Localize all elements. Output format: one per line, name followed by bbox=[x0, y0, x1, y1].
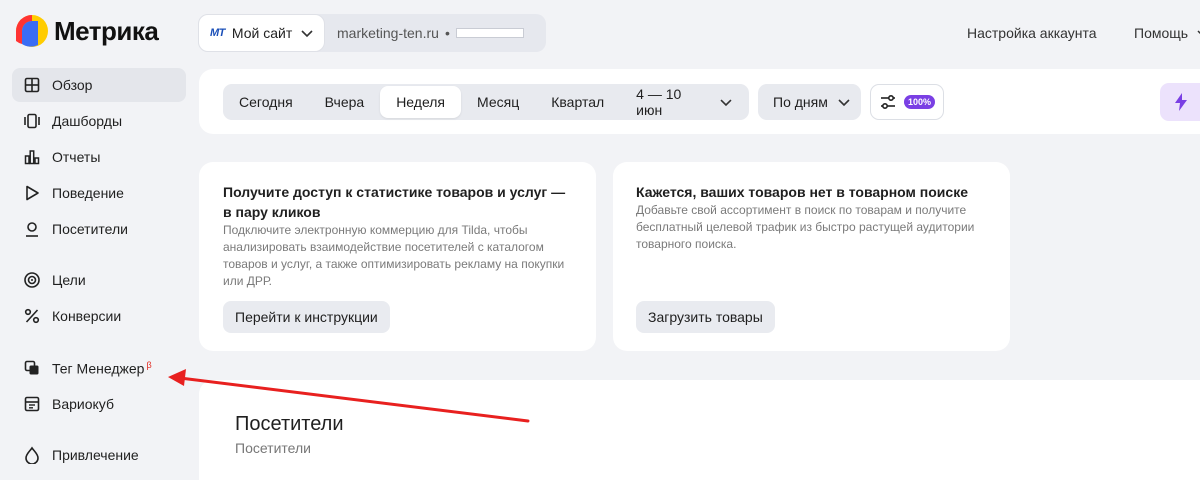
sidebar-item-label: Дашборды bbox=[52, 113, 122, 129]
tag-manager-icon bbox=[24, 360, 39, 375]
sidebar-item-tag-manager[interactable]: Тег Менеджер β bbox=[12, 351, 186, 385]
variocube-icon bbox=[24, 396, 40, 412]
card-description: Подключите электронную коммерцию для Til… bbox=[223, 223, 565, 288]
site-name: Мой сайт bbox=[231, 25, 293, 41]
bar-chart-icon bbox=[24, 150, 40, 165]
quick-actions-button[interactable] bbox=[1160, 83, 1200, 121]
sidebar-item-reports[interactable]: Отчеты bbox=[12, 140, 186, 174]
open-instructions-button[interactable]: Перейти к инструкции bbox=[223, 301, 390, 333]
lightning-icon bbox=[1175, 93, 1187, 111]
beta-badge: β bbox=[146, 359, 152, 370]
date-range-label: 4 — 10 июн bbox=[636, 86, 682, 118]
sampling-badge: 100% bbox=[904, 95, 936, 109]
site-separator: • bbox=[444, 25, 450, 41]
visitors-title: Посетители bbox=[235, 413, 344, 435]
sidebar-item-label: Тег Менеджер bbox=[52, 360, 145, 377]
card-title: Получите доступ к статистике товаров и у… bbox=[223, 184, 566, 220]
sidebar-item-label: Вариокуб bbox=[52, 396, 114, 412]
logo-text: Метрика bbox=[54, 15, 159, 46]
metrika-logo[interactable]: Метрика bbox=[16, 15, 159, 47]
chevron-down-icon bbox=[720, 99, 732, 107]
period-tab-quarter[interactable]: Квартал bbox=[535, 86, 620, 118]
site-selector-button[interactable]: МТ Мой сайт bbox=[198, 14, 325, 52]
sidebar-item-visitors[interactable]: Посетители bbox=[12, 212, 186, 246]
site-switcher: МТ Мой сайт marketing-ten.ru • bbox=[198, 14, 546, 52]
card-title: Кажется, ваших товаров нет в товарном по… bbox=[636, 184, 968, 200]
period-filter-panel: Сегодня Вчера Неделя Месяц Квартал 4 — 1… bbox=[199, 69, 1200, 134]
metrika-logo-icon bbox=[16, 15, 48, 47]
date-range-picker[interactable]: 4 — 10 июн bbox=[620, 86, 749, 118]
sliders-icon bbox=[881, 94, 895, 110]
sidebar-item-dashboards[interactable]: Дашборды bbox=[12, 104, 186, 138]
sidebar-item-overview[interactable]: Обзор bbox=[12, 68, 186, 102]
percent-icon bbox=[24, 308, 40, 324]
sidebar-item-label: Конверсии bbox=[52, 308, 122, 324]
site-badge: МТ bbox=[210, 27, 225, 39]
sidebar-item-label: Обзор bbox=[52, 77, 93, 93]
help-label: Помощь bbox=[1134, 25, 1189, 41]
grouping-select[interactable]: По дням bbox=[758, 84, 861, 120]
chevron-down-icon bbox=[301, 30, 313, 38]
upload-products-button[interactable]: Загрузить товары bbox=[636, 301, 775, 333]
period-tab-week[interactable]: Неделя bbox=[380, 86, 462, 118]
sidebar-item-goals[interactable]: Цели bbox=[12, 263, 186, 297]
card-description: Добавьте свой ассортимент в поиск по тов… bbox=[636, 203, 975, 251]
period-tab-month[interactable]: Месяц bbox=[461, 86, 535, 118]
sidebar-item-label: Привлечение bbox=[52, 447, 139, 463]
grid-icon bbox=[24, 77, 40, 93]
sidebar-item-label: Посетители bbox=[52, 221, 128, 237]
period-tab-today[interactable]: Сегодня bbox=[223, 86, 309, 118]
sidebar-item-label: Отчеты bbox=[52, 149, 101, 165]
sidebar-item-behavior[interactable]: Поведение bbox=[12, 176, 186, 210]
period-tabs: Сегодня Вчера Неделя Месяц Квартал 4 — 1… bbox=[223, 84, 749, 120]
help-menu[interactable]: Помощь bbox=[1134, 25, 1200, 41]
target-icon bbox=[24, 272, 40, 288]
sidebar-item-label: Поведение bbox=[52, 185, 124, 201]
chevron-down-icon bbox=[838, 99, 850, 107]
sidebar-item-acquisition[interactable]: Привлечение bbox=[12, 438, 186, 472]
person-icon bbox=[26, 222, 38, 237]
period-tab-yesterday[interactable]: Вчера bbox=[309, 86, 381, 118]
account-settings-link[interactable]: Настройка аккаунта bbox=[967, 25, 1097, 41]
visitors-subtitle: Посетители bbox=[235, 440, 311, 456]
sidebar-item-label: Цели bbox=[52, 272, 86, 288]
sidebar-item-variocube[interactable]: Вариокуб bbox=[12, 387, 186, 421]
site-counter-masked bbox=[455, 28, 524, 38]
site-url: marketing-ten.ru bbox=[337, 25, 439, 41]
grouping-label: По дням bbox=[773, 94, 828, 110]
sidebar-item-conversions[interactable]: Конверсии bbox=[12, 299, 186, 333]
chevron-down-icon bbox=[1197, 30, 1200, 34]
visitors-widget: Посетители Посетители bbox=[199, 380, 1200, 480]
dashboards-icon bbox=[24, 113, 40, 129]
play-icon bbox=[26, 185, 39, 201]
acquisition-icon bbox=[25, 446, 39, 464]
sampling-settings-button[interactable]: 100% bbox=[870, 84, 944, 120]
